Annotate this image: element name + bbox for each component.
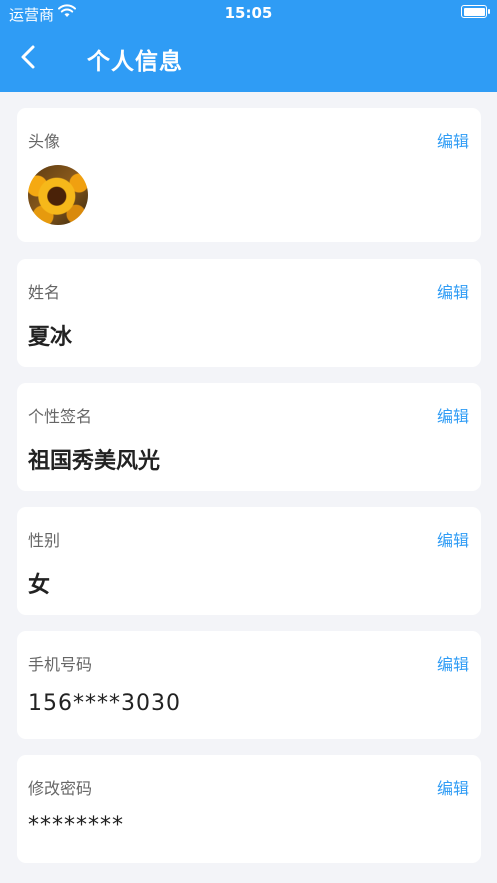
back-arrow-icon[interactable] xyxy=(14,42,44,72)
phone-label: 手机号码 xyxy=(28,655,93,674)
name-card: 姓名 编辑 夏冰 xyxy=(17,259,481,367)
edit-password-button[interactable]: 编辑 xyxy=(437,775,469,799)
edit-signature-button[interactable]: 编辑 xyxy=(437,403,469,427)
avatar[interactable] xyxy=(28,165,88,225)
battery-fill xyxy=(463,7,485,16)
phone-card: 手机号码 编辑 156****3030 xyxy=(17,631,481,739)
avatar-card: 头像 编辑 xyxy=(17,108,481,242)
signature-value: 祖国秀美风光 xyxy=(28,449,161,474)
signature-label: 个性签名 xyxy=(28,407,93,426)
gender-label: 性别 xyxy=(28,531,61,550)
gender-card: 性别 编辑 女 xyxy=(17,507,481,615)
page-title: 个人信息 xyxy=(87,49,183,75)
status-bar: 运营商 15:05 xyxy=(0,0,497,26)
edit-avatar-button[interactable]: 编辑 xyxy=(437,128,469,152)
status-time: 15:05 xyxy=(224,4,273,22)
phone-value: 156****3030 xyxy=(28,691,181,716)
edit-phone-button[interactable]: 编辑 xyxy=(437,651,469,675)
battery-icon xyxy=(461,5,490,18)
gender-value: 女 xyxy=(28,573,51,598)
password-label: 修改密码 xyxy=(28,779,93,798)
avatar-label: 头像 xyxy=(28,132,61,151)
password-card: 修改密码 编辑 ******** xyxy=(17,755,481,863)
edit-gender-button[interactable]: 编辑 xyxy=(437,527,469,551)
signature-card: 个性签名 编辑 祖国秀美风光 xyxy=(17,383,481,491)
nav-header: 运营商 15:05 个人信息 xyxy=(0,0,497,92)
edit-name-button[interactable]: 编辑 xyxy=(437,279,469,303)
name-value: 夏冰 xyxy=(28,325,73,350)
name-label: 姓名 xyxy=(28,283,61,302)
password-value: ******** xyxy=(28,813,124,838)
